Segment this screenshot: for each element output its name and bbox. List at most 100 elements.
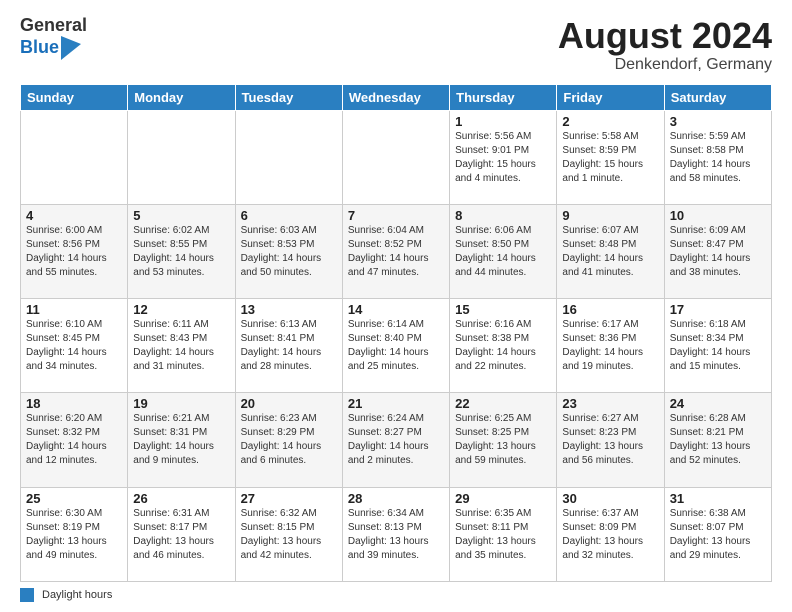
- header-friday: Friday: [557, 84, 664, 110]
- day-info: Sunrise: 6:13 AM Sunset: 8:41 PM Dayligh…: [241, 318, 337, 374]
- day-number: 25: [26, 491, 122, 506]
- calendar-cell: 15Sunrise: 6:16 AM Sunset: 8:38 PM Dayli…: [450, 299, 557, 393]
- day-info: Sunrise: 6:07 AM Sunset: 8:48 PM Dayligh…: [562, 224, 658, 280]
- legend-box: [20, 588, 34, 602]
- week-row-0: 1Sunrise: 5:56 AM Sunset: 9:01 PM Daylig…: [21, 110, 772, 204]
- day-number: 11: [26, 302, 122, 317]
- day-info: Sunrise: 6:34 AM Sunset: 8:13 PM Dayligh…: [348, 507, 444, 563]
- day-number: 30: [562, 491, 658, 506]
- day-info: Sunrise: 6:10 AM Sunset: 8:45 PM Dayligh…: [26, 318, 122, 374]
- day-number: 6: [241, 208, 337, 223]
- footer: Daylight hours: [20, 588, 772, 602]
- week-row-1: 4Sunrise: 6:00 AM Sunset: 8:56 PM Daylig…: [21, 204, 772, 298]
- logo-general: General: [20, 16, 87, 36]
- day-number: 15: [455, 302, 551, 317]
- day-number: 22: [455, 396, 551, 411]
- day-info: Sunrise: 6:03 AM Sunset: 8:53 PM Dayligh…: [241, 224, 337, 280]
- day-info: Sunrise: 6:09 AM Sunset: 8:47 PM Dayligh…: [670, 224, 766, 280]
- calendar-cell: 28Sunrise: 6:34 AM Sunset: 8:13 PM Dayli…: [342, 487, 449, 581]
- calendar-cell: 29Sunrise: 6:35 AM Sunset: 8:11 PM Dayli…: [450, 487, 557, 581]
- day-number: 17: [670, 302, 766, 317]
- calendar-cell: 17Sunrise: 6:18 AM Sunset: 8:34 PM Dayli…: [664, 299, 771, 393]
- day-info: Sunrise: 6:11 AM Sunset: 8:43 PM Dayligh…: [133, 318, 229, 374]
- calendar-cell: 24Sunrise: 6:28 AM Sunset: 8:21 PM Dayli…: [664, 393, 771, 487]
- calendar-cell: 22Sunrise: 6:25 AM Sunset: 8:25 PM Dayli…: [450, 393, 557, 487]
- logo-icon: [61, 36, 81, 60]
- calendar-cell: 16Sunrise: 6:17 AM Sunset: 8:36 PM Dayli…: [557, 299, 664, 393]
- logo: General Blue: [20, 16, 87, 60]
- calendar-cell: 23Sunrise: 6:27 AM Sunset: 8:23 PM Dayli…: [557, 393, 664, 487]
- day-number: 3: [670, 114, 766, 129]
- header: General Blue August 2024 Denkendorf, Ger…: [20, 16, 772, 74]
- calendar-cell: 1Sunrise: 5:56 AM Sunset: 9:01 PM Daylig…: [450, 110, 557, 204]
- header-saturday: Saturday: [664, 84, 771, 110]
- week-row-2: 11Sunrise: 6:10 AM Sunset: 8:45 PM Dayli…: [21, 299, 772, 393]
- day-number: 5: [133, 208, 229, 223]
- calendar-cell: 3Sunrise: 5:59 AM Sunset: 8:58 PM Daylig…: [664, 110, 771, 204]
- day-number: 28: [348, 491, 444, 506]
- day-info: Sunrise: 6:30 AM Sunset: 8:19 PM Dayligh…: [26, 507, 122, 563]
- header-tuesday: Tuesday: [235, 84, 342, 110]
- header-row: SundayMondayTuesdayWednesdayThursdayFrid…: [21, 84, 772, 110]
- day-number: 4: [26, 208, 122, 223]
- calendar-cell: 11Sunrise: 6:10 AM Sunset: 8:45 PM Dayli…: [21, 299, 128, 393]
- day-info: Sunrise: 6:18 AM Sunset: 8:34 PM Dayligh…: [670, 318, 766, 374]
- day-info: Sunrise: 6:24 AM Sunset: 8:27 PM Dayligh…: [348, 412, 444, 468]
- day-info: Sunrise: 6:35 AM Sunset: 8:11 PM Dayligh…: [455, 507, 551, 563]
- calendar-cell: [342, 110, 449, 204]
- day-info: Sunrise: 6:37 AM Sunset: 8:09 PM Dayligh…: [562, 507, 658, 563]
- day-number: 26: [133, 491, 229, 506]
- legend-label: Daylight hours: [42, 589, 112, 601]
- day-number: 19: [133, 396, 229, 411]
- day-number: 31: [670, 491, 766, 506]
- day-info: Sunrise: 6:16 AM Sunset: 8:38 PM Dayligh…: [455, 318, 551, 374]
- header-thursday: Thursday: [450, 84, 557, 110]
- day-info: Sunrise: 6:31 AM Sunset: 8:17 PM Dayligh…: [133, 507, 229, 563]
- day-info: Sunrise: 6:17 AM Sunset: 8:36 PM Dayligh…: [562, 318, 658, 374]
- day-number: 2: [562, 114, 658, 129]
- calendar-table: SundayMondayTuesdayWednesdayThursdayFrid…: [20, 84, 772, 582]
- day-info: Sunrise: 6:21 AM Sunset: 8:31 PM Dayligh…: [133, 412, 229, 468]
- day-number: 13: [241, 302, 337, 317]
- week-row-3: 18Sunrise: 6:20 AM Sunset: 8:32 PM Dayli…: [21, 393, 772, 487]
- calendar-cell: 30Sunrise: 6:37 AM Sunset: 8:09 PM Dayli…: [557, 487, 664, 581]
- header-monday: Monday: [128, 84, 235, 110]
- header-wednesday: Wednesday: [342, 84, 449, 110]
- calendar-cell: 20Sunrise: 6:23 AM Sunset: 8:29 PM Dayli…: [235, 393, 342, 487]
- day-number: 16: [562, 302, 658, 317]
- location: Denkendorf, Germany: [558, 56, 772, 74]
- calendar-cell: [21, 110, 128, 204]
- calendar-cell: 31Sunrise: 6:38 AM Sunset: 8:07 PM Dayli…: [664, 487, 771, 581]
- day-number: 14: [348, 302, 444, 317]
- header-sunday: Sunday: [21, 84, 128, 110]
- day-number: 29: [455, 491, 551, 506]
- day-info: Sunrise: 6:00 AM Sunset: 8:56 PM Dayligh…: [26, 224, 122, 280]
- calendar-cell: 26Sunrise: 6:31 AM Sunset: 8:17 PM Dayli…: [128, 487, 235, 581]
- calendar-cell: 27Sunrise: 6:32 AM Sunset: 8:15 PM Dayli…: [235, 487, 342, 581]
- day-info: Sunrise: 6:04 AM Sunset: 8:52 PM Dayligh…: [348, 224, 444, 280]
- calendar-cell: 19Sunrise: 6:21 AM Sunset: 8:31 PM Dayli…: [128, 393, 235, 487]
- day-info: Sunrise: 6:23 AM Sunset: 8:29 PM Dayligh…: [241, 412, 337, 468]
- day-number: 9: [562, 208, 658, 223]
- day-info: Sunrise: 6:14 AM Sunset: 8:40 PM Dayligh…: [348, 318, 444, 374]
- calendar-cell: 25Sunrise: 6:30 AM Sunset: 8:19 PM Dayli…: [21, 487, 128, 581]
- day-info: Sunrise: 6:32 AM Sunset: 8:15 PM Dayligh…: [241, 507, 337, 563]
- calendar-cell: 14Sunrise: 6:14 AM Sunset: 8:40 PM Dayli…: [342, 299, 449, 393]
- logo-blue: Blue: [20, 38, 59, 58]
- day-info: Sunrise: 6:25 AM Sunset: 8:25 PM Dayligh…: [455, 412, 551, 468]
- month-year: August 2024: [558, 16, 772, 56]
- day-info: Sunrise: 6:20 AM Sunset: 8:32 PM Dayligh…: [26, 412, 122, 468]
- calendar-cell: 8Sunrise: 6:06 AM Sunset: 8:50 PM Daylig…: [450, 204, 557, 298]
- day-info: Sunrise: 5:56 AM Sunset: 9:01 PM Dayligh…: [455, 130, 551, 186]
- day-number: 24: [670, 396, 766, 411]
- day-number: 20: [241, 396, 337, 411]
- day-number: 1: [455, 114, 551, 129]
- day-number: 7: [348, 208, 444, 223]
- day-info: Sunrise: 6:28 AM Sunset: 8:21 PM Dayligh…: [670, 412, 766, 468]
- day-number: 18: [26, 396, 122, 411]
- day-number: 8: [455, 208, 551, 223]
- day-info: Sunrise: 6:27 AM Sunset: 8:23 PM Dayligh…: [562, 412, 658, 468]
- calendar-cell: [128, 110, 235, 204]
- day-info: Sunrise: 5:59 AM Sunset: 8:58 PM Dayligh…: [670, 130, 766, 186]
- calendar-cell: 2Sunrise: 5:58 AM Sunset: 8:59 PM Daylig…: [557, 110, 664, 204]
